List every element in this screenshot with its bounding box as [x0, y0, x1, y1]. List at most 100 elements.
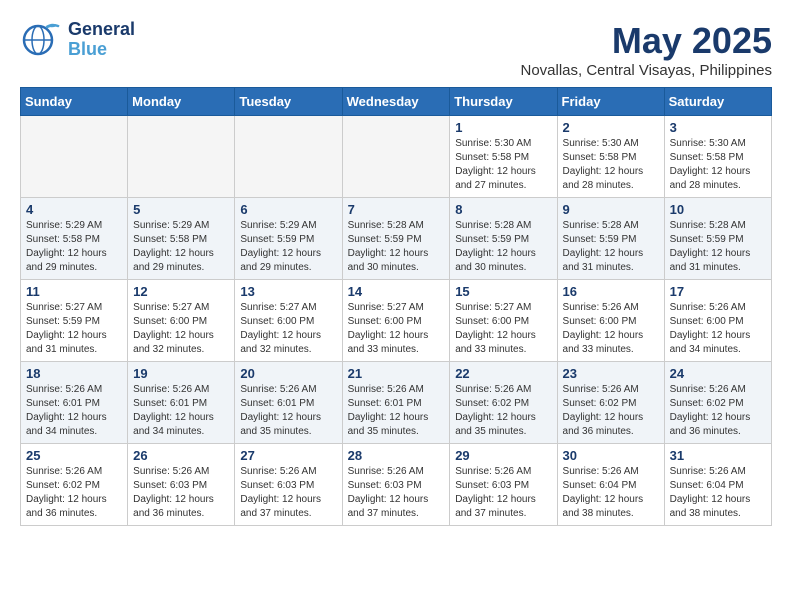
day-info: Sunrise: 5:30 AM Sunset: 5:58 PM Dayligh…	[670, 137, 766, 193]
day-number: 3	[670, 120, 766, 135]
day-info: Sunrise: 5:26 AM Sunset: 6:03 PM Dayligh…	[133, 465, 229, 521]
calendar-cell: 4Sunrise: 5:29 AM Sunset: 5:58 PM Daylig…	[21, 198, 128, 280]
day-number: 8	[455, 202, 551, 217]
weekday-monday: Monday	[128, 88, 235, 116]
day-number: 10	[670, 202, 766, 217]
day-info: Sunrise: 5:26 AM Sunset: 6:02 PM Dayligh…	[670, 383, 766, 439]
day-info: Sunrise: 5:26 AM Sunset: 6:03 PM Dayligh…	[455, 465, 551, 521]
logo: General Blue	[20, 20, 135, 60]
calendar-cell: 3 Sunrise: 5:30 AM Sunset: 5:58 PM Daylig…	[664, 116, 771, 198]
calendar-cell: 27Sunrise: 5:26 AM Sunset: 6:03 PM Dayli…	[235, 444, 342, 526]
calendar-cell: 7 Sunrise: 5:28 AM Sunset: 5:59 PM Daylig…	[342, 198, 450, 280]
day-info: Sunrise: 5:28 AM Sunset: 5:59 PM Dayligh…	[670, 219, 766, 275]
day-number: 24	[670, 366, 766, 381]
day-number: 14	[348, 284, 445, 299]
weekday-sunday: Sunday	[21, 88, 128, 116]
calendar-cell: 11 Sunrise: 5:27 AM Sunset: 5:59 PM Dayli…	[21, 280, 128, 362]
calendar-cell: 30 Sunrise: 5:26 AM Sunset: 6:04 PM Dayli…	[557, 444, 664, 526]
day-number: 11	[26, 284, 122, 299]
day-info: Sunrise: 5:26 AM Sunset: 6:01 PM Dayligh…	[26, 383, 122, 439]
calendar-cell: 26 Sunrise: 5:26 AM Sunset: 6:03 PM Dayli…	[128, 444, 235, 526]
logo-general: General	[68, 20, 135, 40]
calendar-cell: 6 Sunrise: 5:29 AM Sunset: 5:59 PM Daylig…	[235, 198, 342, 280]
calendar-cell: 31 Sunrise: 5:26 AM Sunset: 6:04 PM Dayli…	[664, 444, 771, 526]
day-number: 12	[133, 284, 229, 299]
calendar-cell: 10 Sunrise: 5:28 AM Sunset: 5:59 PM Dayli…	[664, 198, 771, 280]
day-number: 15	[455, 284, 551, 299]
calendar-cell	[21, 116, 128, 198]
weekday-saturday: Saturday	[664, 88, 771, 116]
day-info: Sunrise: 5:27 AM Sunset: 6:00 PM Dayligh…	[133, 301, 229, 357]
day-info: Sunrise: 5:26 AM Sunset: 6:04 PM Dayligh…	[670, 465, 766, 521]
day-number: 30	[563, 448, 659, 463]
calendar-cell: 28Sunrise: 5:26 AM Sunset: 6:03 PM Dayli…	[342, 444, 450, 526]
calendar-cell: 17 Sunrise: 5:26 AM Sunset: 6:00 PM Dayli…	[664, 280, 771, 362]
day-number: 20	[240, 366, 336, 381]
calendar-cell: 19 Sunrise: 5:26 AM Sunset: 6:01 PM Dayli…	[128, 362, 235, 444]
calendar-cell: 20Sunrise: 5:26 AM Sunset: 6:01 PM Dayli…	[235, 362, 342, 444]
day-number: 18	[26, 366, 122, 381]
calendar-cell: 1 Sunrise: 5:30 AM Sunset: 5:58 PM Daylig…	[450, 116, 557, 198]
day-number: 22	[455, 366, 551, 381]
day-number: 13	[240, 284, 336, 299]
calendar-cell: 22Sunrise: 5:26 AM Sunset: 6:02 PM Dayli…	[450, 362, 557, 444]
day-info: Sunrise: 5:29 AM Sunset: 5:59 PM Dayligh…	[240, 219, 336, 275]
day-info: Sunrise: 5:26 AM Sunset: 6:02 PM Dayligh…	[26, 465, 122, 521]
calendar-cell: 2 Sunrise: 5:30 AM Sunset: 5:58 PM Daylig…	[557, 116, 664, 198]
calendar-cell: 14Sunrise: 5:27 AM Sunset: 6:00 PM Dayli…	[342, 280, 450, 362]
day-number: 17	[670, 284, 766, 299]
day-info: Sunrise: 5:26 AM Sunset: 6:03 PM Dayligh…	[240, 465, 336, 521]
day-info: Sunrise: 5:30 AM Sunset: 5:58 PM Dayligh…	[455, 137, 551, 193]
calendar-cell: 8 Sunrise: 5:28 AM Sunset: 5:59 PM Daylig…	[450, 198, 557, 280]
calendar-cell: 24 Sunrise: 5:26 AM Sunset: 6:02 PM Dayli…	[664, 362, 771, 444]
calendar-week-4: 18 Sunrise: 5:26 AM Sunset: 6:01 PM Dayli…	[21, 362, 772, 444]
day-info: Sunrise: 5:26 AM Sunset: 6:01 PM Dayligh…	[133, 383, 229, 439]
day-info: Sunrise: 5:28 AM Sunset: 5:59 PM Dayligh…	[348, 219, 445, 275]
weekday-wednesday: Wednesday	[342, 88, 450, 116]
calendar-cell: 12 Sunrise: 5:27 AM Sunset: 6:00 PM Dayli…	[128, 280, 235, 362]
day-number: 6	[240, 202, 336, 217]
calendar-cell	[128, 116, 235, 198]
calendar-cell: 16Sunrise: 5:26 AM Sunset: 6:00 PM Dayli…	[557, 280, 664, 362]
day-info: Sunrise: 5:28 AM Sunset: 5:59 PM Dayligh…	[455, 219, 551, 275]
calendar-cell: 5 Sunrise: 5:29 AM Sunset: 5:58 PM Daylig…	[128, 198, 235, 280]
day-info: Sunrise: 5:26 AM Sunset: 6:02 PM Dayligh…	[563, 383, 659, 439]
day-number: 7	[348, 202, 445, 217]
calendar-cell: 15 Sunrise: 5:27 AM Sunset: 6:00 PM Dayli…	[450, 280, 557, 362]
calendar-cell: 9 Sunrise: 5:28 AM Sunset: 5:59 PM Daylig…	[557, 198, 664, 280]
calendar-table: SundayMondayTuesdayWednesdayThursdayFrid…	[20, 87, 772, 526]
logo-globe-icon	[20, 20, 60, 58]
day-info: Sunrise: 5:29 AM Sunset: 5:58 PM Dayligh…	[133, 219, 229, 275]
day-number: 28	[348, 448, 445, 463]
logo-blue: Blue	[68, 40, 135, 60]
calendar-week-5: 25Sunrise: 5:26 AM Sunset: 6:02 PM Dayli…	[21, 444, 772, 526]
day-info: Sunrise: 5:27 AM Sunset: 5:59 PM Dayligh…	[26, 301, 122, 357]
day-info: Sunrise: 5:27 AM Sunset: 6:00 PM Dayligh…	[240, 301, 336, 357]
day-info: Sunrise: 5:26 AM Sunset: 6:01 PM Dayligh…	[348, 383, 445, 439]
day-info: Sunrise: 5:26 AM Sunset: 6:04 PM Dayligh…	[563, 465, 659, 521]
day-info: Sunrise: 5:26 AM Sunset: 6:00 PM Dayligh…	[670, 301, 766, 357]
day-info: Sunrise: 5:28 AM Sunset: 5:59 PM Dayligh…	[563, 219, 659, 275]
day-number: 19	[133, 366, 229, 381]
calendar-cell: 13 Sunrise: 5:27 AM Sunset: 6:00 PM Dayli…	[235, 280, 342, 362]
calendar-cell: 29 Sunrise: 5:26 AM Sunset: 6:03 PM Dayli…	[450, 444, 557, 526]
day-number: 9	[563, 202, 659, 217]
calendar-cell: 18 Sunrise: 5:26 AM Sunset: 6:01 PM Dayli…	[21, 362, 128, 444]
weekday-friday: Friday	[557, 88, 664, 116]
location: Novallas, Central Visayas, Philippines	[520, 62, 772, 79]
day-number: 23	[563, 366, 659, 381]
day-info: Sunrise: 5:27 AM Sunset: 6:00 PM Dayligh…	[455, 301, 551, 357]
day-number: 29	[455, 448, 551, 463]
day-number: 1	[455, 120, 551, 135]
day-number: 31	[670, 448, 766, 463]
day-info: Sunrise: 5:30 AM Sunset: 5:58 PM Dayligh…	[563, 137, 659, 193]
weekday-thursday: Thursday	[450, 88, 557, 116]
day-number: 5	[133, 202, 229, 217]
weekday-tuesday: Tuesday	[235, 88, 342, 116]
month-title: May 2025	[520, 20, 772, 62]
day-number: 2	[563, 120, 659, 135]
day-number: 26	[133, 448, 229, 463]
calendar-cell	[235, 116, 342, 198]
calendar-week-2: 4Sunrise: 5:29 AM Sunset: 5:58 PM Daylig…	[21, 198, 772, 280]
calendar-cell	[342, 116, 450, 198]
